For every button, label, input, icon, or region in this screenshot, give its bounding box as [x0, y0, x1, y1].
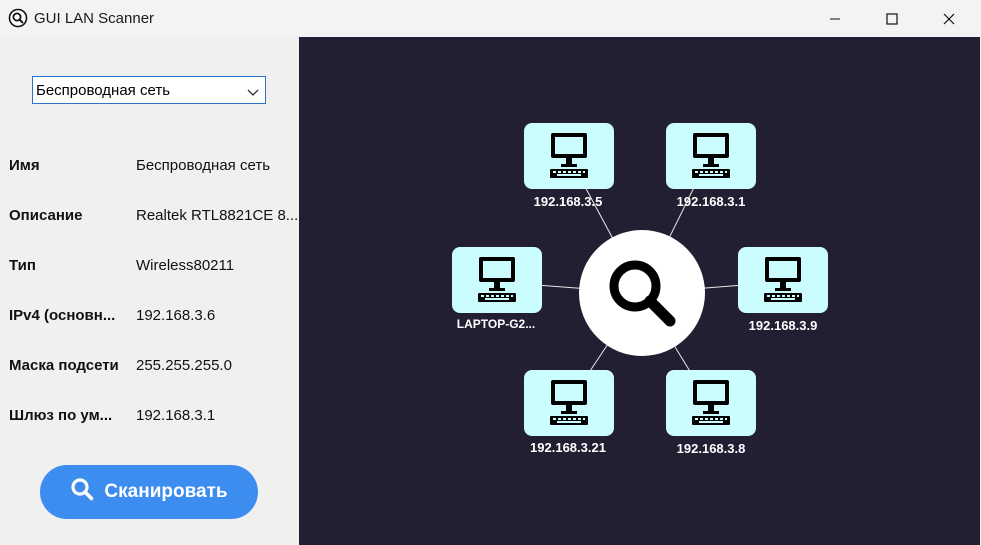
maximize-button[interactable] [869, 0, 915, 37]
device-node[interactable] [666, 123, 756, 189]
search-icon [70, 477, 104, 507]
chevron-down-icon [247, 85, 259, 102]
close-icon [943, 13, 955, 25]
info-row-description: Описание Realtek RTL8821CE 8... [9, 207, 298, 229]
info-value: 192.168.3.6 [136, 307, 216, 324]
info-label: IPv4 (основн... [9, 307, 116, 324]
adapter-select[interactable]: Беспроводная сеть [32, 76, 266, 104]
scan-button-label: Сканировать [104, 481, 228, 502]
scan-button[interactable]: Сканировать [40, 465, 258, 519]
info-label: Маска подсети [9, 357, 119, 374]
info-label: Описание [9, 207, 83, 224]
app-window: GUI LAN Scanner Беспроводная сеть Имя Бе… [0, 0, 981, 545]
device-label: 192.168.3.1 [676, 194, 746, 209]
device-node[interactable] [666, 370, 756, 436]
info-value: Беспроводная сеть [136, 157, 271, 174]
network-map: 192.168.3.5 192.168.3.1 LAPTOP-G2... 192… [299, 37, 980, 545]
info-value: 192.168.3.1 [136, 407, 216, 424]
info-value: 255.255.255.0 [136, 357, 232, 374]
device-label: LAPTOP-G2... [456, 317, 536, 331]
info-row-type: Тип Wireless80211 [9, 257, 294, 279]
adapter-info-panel: Беспроводная сеть Имя Беспроводная сеть … [0, 37, 299, 545]
device-node[interactable] [524, 370, 614, 436]
info-value: Realtek RTL8821CE 8... [136, 207, 299, 224]
device-node[interactable] [452, 247, 542, 313]
info-row-subnet-mask: Маска подсети 255.255.255.0 [9, 357, 294, 379]
scanner-center-node [579, 230, 705, 356]
device-label: 192.168.3.8 [676, 441, 746, 456]
maximize-icon [886, 12, 898, 25]
window-title: GUI LAN Scanner [34, 10, 155, 27]
info-row-ipv4: IPv4 (основн... 192.168.3.6 [9, 307, 294, 329]
adapter-select-value: Беспроводная сеть [36, 81, 171, 99]
info-row-name: Имя Беспроводная сеть [9, 157, 294, 179]
title-bar: GUI LAN Scanner [0, 0, 981, 37]
device-label: 192.168.3.5 [533, 194, 603, 209]
info-label: Имя [9, 157, 40, 174]
minimize-button[interactable] [812, 0, 858, 37]
minimize-icon [829, 13, 841, 25]
close-button[interactable] [926, 0, 972, 37]
device-node[interactable] [738, 247, 828, 313]
info-label: Тип [9, 257, 36, 274]
info-row-gateway: Шлюз по ум... 192.168.3.1 [9, 407, 294, 429]
magnifier-icon [8, 8, 28, 28]
device-label: 192.168.3.21 [530, 440, 606, 455]
device-node[interactable] [524, 123, 614, 189]
info-value: Wireless80211 [136, 257, 235, 274]
device-label: 192.168.3.9 [748, 318, 818, 333]
info-label: Шлюз по ум... [9, 407, 113, 424]
